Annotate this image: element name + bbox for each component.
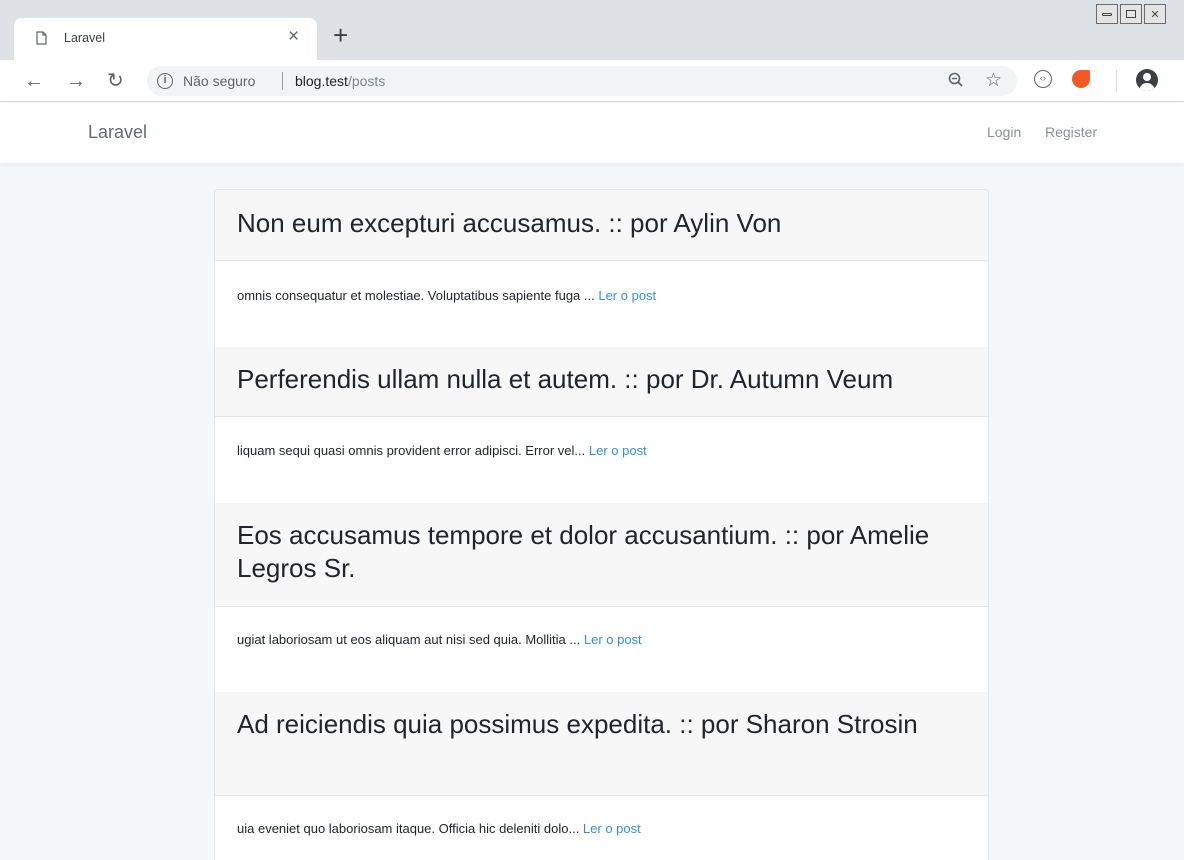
post-excerpt: ugiat laboriosam ut eos aliquam aut nisi… xyxy=(237,632,642,647)
browser-tabstrip: Laravel × + ✕ xyxy=(0,0,1184,60)
tab-title: Laravel xyxy=(64,31,105,45)
extension-icon[interactable]: ‹› xyxy=(1034,70,1052,88)
browser-toolbar: ← → ↻ i Não seguro blog.test/posts ☆ ‹› xyxy=(0,60,1184,102)
post-title: Ad reiciendis quia possimus expedita. ::… xyxy=(237,709,918,739)
excerpt-text: omnis consequatur et molestiae. Voluptat… xyxy=(237,288,599,303)
info-icon[interactable]: i xyxy=(157,73,173,89)
post-title: Eos accusamus tempore et dolor accusanti… xyxy=(237,520,930,583)
maximize-icon xyxy=(1126,10,1136,18)
forward-arrow-icon[interactable]: → xyxy=(66,69,86,93)
login-link[interactable]: Login xyxy=(987,124,1021,140)
extension-2-icon[interactable] xyxy=(1072,70,1090,88)
brand-link[interactable]: Laravel xyxy=(88,122,147,143)
close-window-button[interactable]: ✕ xyxy=(1144,4,1166,24)
minimize-icon xyxy=(1102,12,1112,16)
url-host: blog.test xyxy=(295,73,348,89)
post-title: Non eum excepturi accusamus. :: por Ayli… xyxy=(237,208,782,238)
profile-icon[interactable] xyxy=(1136,69,1158,91)
new-tab-button[interactable]: + xyxy=(333,22,348,48)
read-post-link[interactable]: Ler o post xyxy=(598,288,656,303)
minimize-button[interactable] xyxy=(1096,4,1118,24)
excerpt-text: uia eveniet quo laboriosam itaque. Offic… xyxy=(237,821,583,836)
register-link[interactable]: Register xyxy=(1045,124,1097,140)
toolbar-divider xyxy=(1116,70,1117,92)
post-header: Non eum excepturi accusamus. :: por Ayli… xyxy=(215,190,988,261)
zoom-out-icon[interactable] xyxy=(947,71,965,89)
window-controls: ✕ xyxy=(1096,4,1168,24)
address-divider xyxy=(282,72,283,90)
read-post-link[interactable]: Ler o post xyxy=(589,443,647,458)
posts-card: Non eum excepturi accusamus. :: por Ayli… xyxy=(214,189,989,860)
app-navbar: Laravel Login Register xyxy=(0,103,1184,163)
excerpt-text: liquam sequi quasi omnis provident error… xyxy=(237,443,589,458)
tab-close-icon[interactable]: × xyxy=(288,27,299,47)
security-label[interactable]: Não seguro xyxy=(183,73,255,89)
post-excerpt: omnis consequatur et molestiae. Voluptat… xyxy=(237,288,656,303)
read-post-link[interactable]: Ler o post xyxy=(584,632,642,647)
post-header: Ad reiciendis quia possimus expedita. ::… xyxy=(215,692,988,796)
maximize-button[interactable] xyxy=(1120,4,1142,24)
address-bar[interactable]: i Não seguro blog.test/posts ☆ xyxy=(147,66,1017,96)
back-arrow-icon[interactable]: ← xyxy=(24,69,44,93)
close-icon: ✕ xyxy=(1150,8,1160,21)
reload-icon[interactable]: ↻ xyxy=(107,69,124,93)
document-icon xyxy=(36,31,47,45)
post-excerpt: liquam sequi quasi omnis provident error… xyxy=(237,443,647,458)
post-title: Perferendis ullam nulla et autem. :: por… xyxy=(237,364,894,394)
browser-tab[interactable]: Laravel × xyxy=(14,18,317,60)
post-header: Eos accusamus tempore et dolor accusanti… xyxy=(215,503,988,607)
post-header: Perferendis ullam nulla et autem. :: por… xyxy=(215,347,988,417)
bookmark-star-icon[interactable]: ☆ xyxy=(985,69,1002,92)
url-path: /posts xyxy=(347,73,386,89)
excerpt-text: ugiat laboriosam ut eos aliquam aut nisi… xyxy=(237,632,584,647)
url-text[interactable]: blog.test/posts xyxy=(295,73,385,89)
post-excerpt: uia eveniet quo laboriosam itaque. Offic… xyxy=(237,821,641,836)
read-post-link[interactable]: Ler o post xyxy=(583,821,641,836)
